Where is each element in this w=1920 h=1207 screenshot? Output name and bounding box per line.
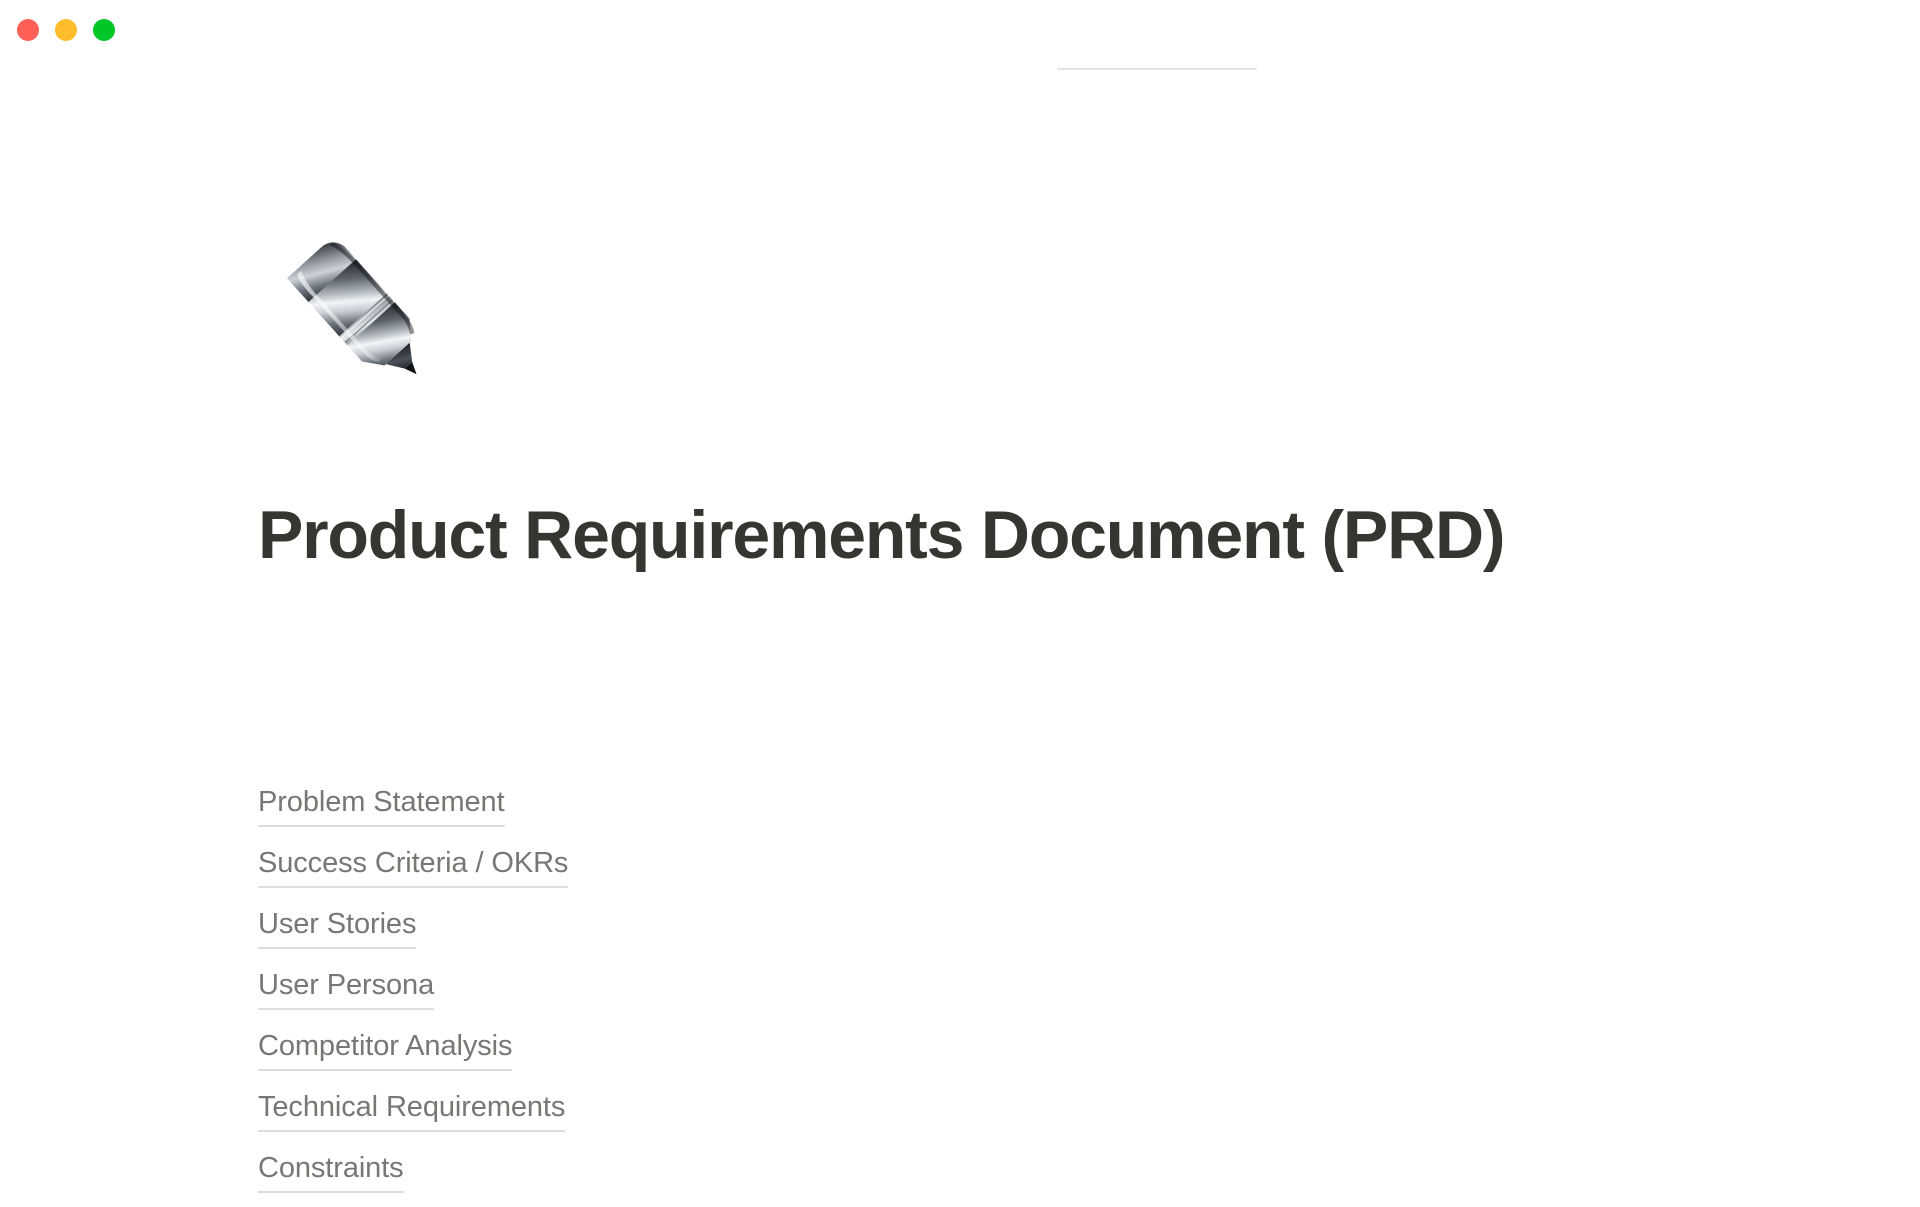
toc-link-user-stories[interactable]: User Stories (258, 902, 416, 949)
table-of-contents: Problem Statement Success Criteria / OKR… (258, 780, 1258, 1207)
close-window-button[interactable] (17, 19, 39, 41)
toc-link-user-persona[interactable]: User Persona (258, 963, 434, 1010)
page-title[interactable]: Product Requirements Document (PRD) (258, 486, 1588, 584)
toc-link-constraints[interactable]: Constraints (258, 1146, 404, 1193)
traffic-light-buttons (17, 19, 115, 41)
toc-link-technical-requirements[interactable]: Technical Requirements (258, 1085, 565, 1132)
toc-link-success-criteria-okrs[interactable]: Success Criteria / OKRs (258, 841, 568, 888)
window-chrome (0, 0, 1920, 78)
toc-item: Technical Requirements (258, 1085, 1258, 1146)
toc-item: Competitor Analysis (258, 1024, 1258, 1085)
toc-item: User Persona (258, 963, 1258, 1024)
document-canvas: Product Requirements Document (PRD) Prob… (0, 0, 1920, 1200)
maximize-window-button[interactable] (93, 19, 115, 41)
toc-item: Constraints (258, 1146, 1258, 1207)
toolbar-divider (1057, 68, 1257, 70)
toc-link-competitor-analysis[interactable]: Competitor Analysis (258, 1024, 512, 1071)
toc-item: Success Criteria / OKRs (258, 841, 1258, 902)
toc-link-problem-statement[interactable]: Problem Statement (258, 780, 505, 827)
toc-item: Problem Statement (258, 780, 1258, 841)
toc-item: User Stories (258, 902, 1258, 963)
page-icon-pen-icon[interactable] (258, 233, 428, 403)
minimize-window-button[interactable] (55, 19, 77, 41)
